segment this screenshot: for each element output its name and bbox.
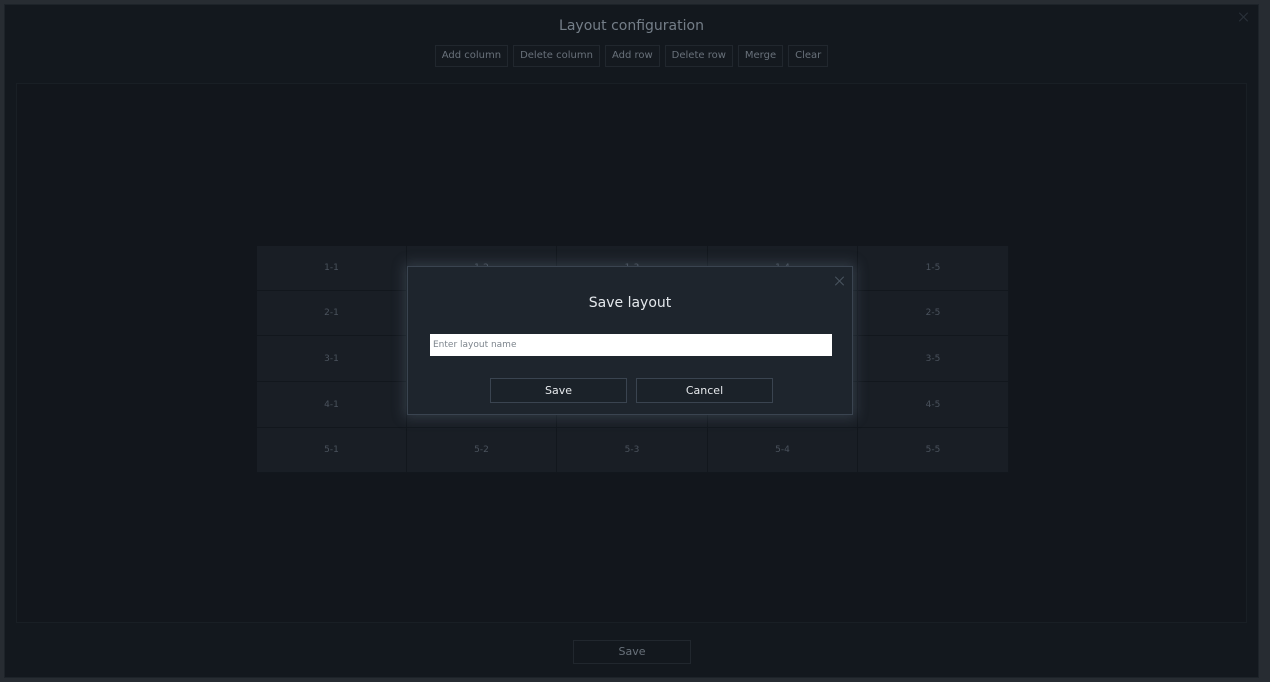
dialog-title: Save layout	[588, 295, 672, 311]
close-icon[interactable]	[834, 275, 846, 287]
layout-name-input[interactable]	[430, 334, 832, 356]
save-layout-dialog: Save layout Save Cancel	[407, 266, 853, 415]
dialog-save-button[interactable]: Save	[490, 378, 627, 403]
dialog-cancel-button[interactable]: Cancel	[636, 378, 773, 403]
